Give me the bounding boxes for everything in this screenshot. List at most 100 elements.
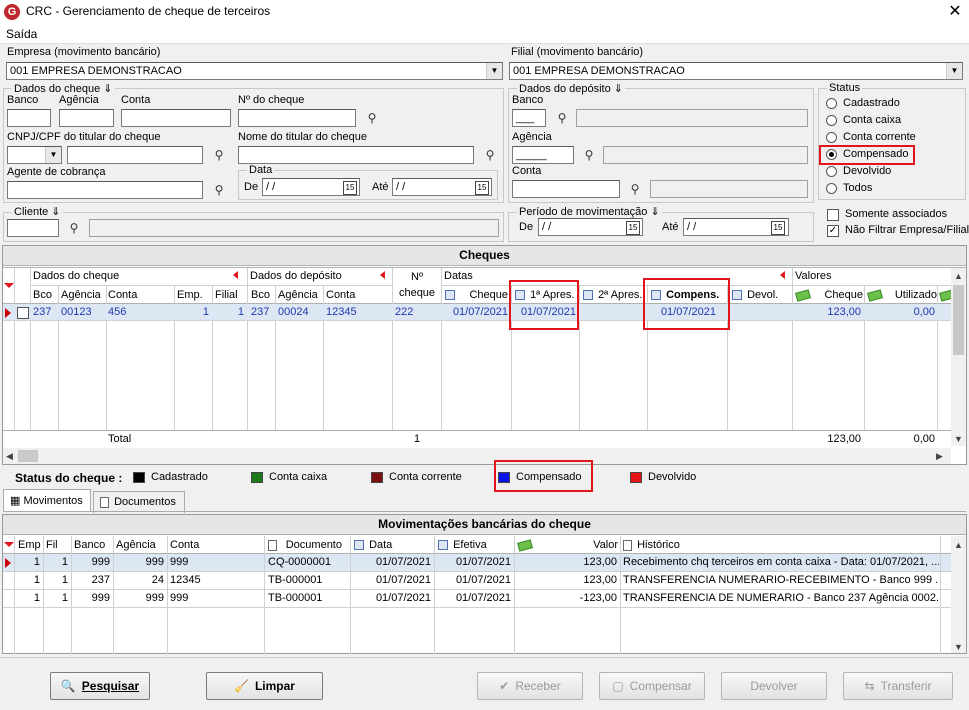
col-conta[interactable]: Conta xyxy=(108,289,137,301)
calendar-icon[interactable]: 15 xyxy=(343,181,357,195)
col-dep-agencia[interactable]: Agência xyxy=(278,289,318,301)
mcol-emp[interactable]: Emp xyxy=(18,539,41,551)
nao-filtrar-checkbox[interactable]: ✓ xyxy=(827,225,839,237)
cliente-code-input[interactable] xyxy=(7,219,59,237)
mov-cell-emp: 1 xyxy=(33,592,40,604)
banco-input[interactable] xyxy=(7,109,51,127)
scrollbar-thumb[interactable] xyxy=(953,285,964,355)
col-devol[interactable]: Devol. xyxy=(732,289,778,301)
scroll-right-icon[interactable]: ▶ xyxy=(936,451,943,462)
mcol-historico[interactable]: Histórico xyxy=(623,539,680,551)
mov-cell-valor: 123,00 xyxy=(583,556,617,568)
menu-item-saida[interactable]: Saída xyxy=(6,27,37,41)
mov-cell-valor: -123,00 xyxy=(579,592,617,604)
close-icon[interactable]: ✕ xyxy=(944,1,966,21)
col-emp[interactable]: Emp. xyxy=(177,289,203,301)
collapse-icon[interactable] xyxy=(780,271,785,279)
vertical-scrollbar[interactable] xyxy=(951,536,966,653)
status-option-label: Conta corrente xyxy=(843,131,916,143)
status-radio-1[interactable] xyxy=(826,115,837,126)
scroll-left-icon[interactable]: ◀ xyxy=(6,451,13,462)
compensar-button[interactable]: ▢ Compensar xyxy=(599,672,705,700)
mcol-documento[interactable]: Documento xyxy=(268,539,342,551)
binoculars-icon[interactable]: ⚲ xyxy=(361,108,383,128)
binoculars-icon[interactable]: ⚲ xyxy=(208,180,230,200)
mcol-valor[interactable]: Valor xyxy=(517,538,618,552)
receber-button[interactable]: ✔ Receber xyxy=(477,672,583,700)
pesquisar-button[interactable]: 🔍 Pesquisar xyxy=(50,672,150,700)
horizontal-scrollbar[interactable] xyxy=(3,448,951,464)
mcol-data[interactable]: Data xyxy=(354,539,392,551)
tab-documentos[interactable]: Documentos xyxy=(93,491,185,513)
col-agencia[interactable]: Agência xyxy=(61,289,101,301)
periodo-ate-label: Até xyxy=(662,221,679,233)
legend-label: Devolvido xyxy=(648,471,697,483)
status-radio-4[interactable] xyxy=(826,166,837,177)
limpar-button[interactable]: 🧹 Limpar xyxy=(206,672,323,700)
col-filial[interactable]: Filial xyxy=(215,289,238,301)
mcol-conta[interactable]: Conta xyxy=(170,539,199,551)
status-radio-0[interactable] xyxy=(826,98,837,109)
col-cheque-date[interactable]: Cheque xyxy=(445,289,508,301)
col-bco[interactable]: Bco xyxy=(33,289,52,301)
highlight-box xyxy=(643,278,730,330)
binoculars-icon[interactable]: ⚲ xyxy=(551,108,573,128)
dep-conta-input[interactable] xyxy=(512,180,620,198)
row-select-checkbox[interactable] xyxy=(17,307,29,319)
sort-indicator-icon[interactable] xyxy=(4,283,14,288)
binoculars-icon[interactable]: ⚲ xyxy=(208,145,230,165)
empresa-select[interactable]: 001 EMPRESA DEMONSTRACAO xyxy=(6,62,503,80)
agencia-input[interactable] xyxy=(59,109,114,127)
binoculars-icon[interactable]: ⚲ xyxy=(479,145,501,165)
filial-value: 001 EMPRESA DEMONSTRACAO xyxy=(513,65,685,77)
conta-input[interactable] xyxy=(121,109,231,127)
chevron-down-icon[interactable]: ▼ xyxy=(486,63,502,79)
binoculars-icon[interactable]: ⚲ xyxy=(578,145,600,165)
col-utilizado[interactable]: Utilizado xyxy=(867,288,937,302)
hscrollbar-thumb[interactable] xyxy=(18,450,38,462)
num-cheque-input[interactable] xyxy=(238,109,356,127)
collapse-icon[interactable] xyxy=(380,271,385,279)
mov-cell-data: 01/07/2021 xyxy=(375,574,431,586)
status-radio-5[interactable] xyxy=(826,183,837,194)
scroll-up-icon[interactable]: ▲ xyxy=(954,271,963,281)
nome-titular-input[interactable] xyxy=(238,146,474,164)
col-dep-bco[interactable]: Bco xyxy=(251,289,270,301)
calendar-icon[interactable]: 15 xyxy=(771,221,785,235)
dep-agencia-value: _____ xyxy=(516,149,547,161)
dep-banco-input[interactable]: ___ xyxy=(512,109,546,127)
title-bar: G CRC - Gerenciamento de cheque de terce… xyxy=(0,0,969,24)
status-radio-2[interactable] xyxy=(826,132,837,143)
scroll-down-icon[interactable]: ▼ xyxy=(954,434,963,444)
binoculars-icon[interactable]: ⚲ xyxy=(63,218,85,238)
col-apres2[interactable]: 2ª Apres. xyxy=(583,289,643,301)
chevron-down-icon[interactable]: ▼ xyxy=(946,63,962,79)
mcol-agencia[interactable]: Agência xyxy=(116,539,156,551)
dep-conta-name xyxy=(650,180,808,198)
dep-agencia-input[interactable]: _____ xyxy=(512,146,574,164)
cnpj-input[interactable] xyxy=(67,146,203,164)
status-option-label: Conta caixa xyxy=(843,114,902,126)
collapse-icon[interactable] xyxy=(233,271,238,279)
cell-emp: 1 xyxy=(202,306,209,318)
calendar-icon[interactable]: 15 xyxy=(626,221,640,235)
tab-movimentos[interactable]: ▦ Movimentos xyxy=(3,489,91,511)
chevron-down-icon[interactable]: ▼ xyxy=(45,147,61,163)
devolver-button[interactable]: Devolver xyxy=(721,672,827,700)
somente-associados-checkbox[interactable] xyxy=(827,209,839,221)
col-dep-conta[interactable]: Conta xyxy=(326,289,355,301)
mcol-efetiva[interactable]: Efetiva xyxy=(438,539,487,551)
mcol-banco[interactable]: Banco xyxy=(74,539,105,551)
total-label: Total xyxy=(108,433,132,445)
binoculars-icon[interactable]: ⚲ xyxy=(624,179,646,199)
calendar-icon[interactable]: 15 xyxy=(475,181,489,195)
scroll-up-icon[interactable]: ▲ xyxy=(954,540,963,550)
filial-select[interactable]: 001 EMPRESA DEMONSTRACAO xyxy=(509,62,963,80)
agente-input[interactable] xyxy=(7,181,203,199)
transferir-button[interactable]: ⇆ Transferir xyxy=(843,672,953,700)
mcol-fil[interactable]: Fil xyxy=(46,539,58,551)
app-logo-icon: G xyxy=(4,4,20,20)
scroll-down-icon[interactable]: ▼ xyxy=(954,642,963,652)
col-valor-cheque[interactable]: Cheque xyxy=(795,288,863,302)
sort-indicator-icon[interactable] xyxy=(4,542,14,547)
